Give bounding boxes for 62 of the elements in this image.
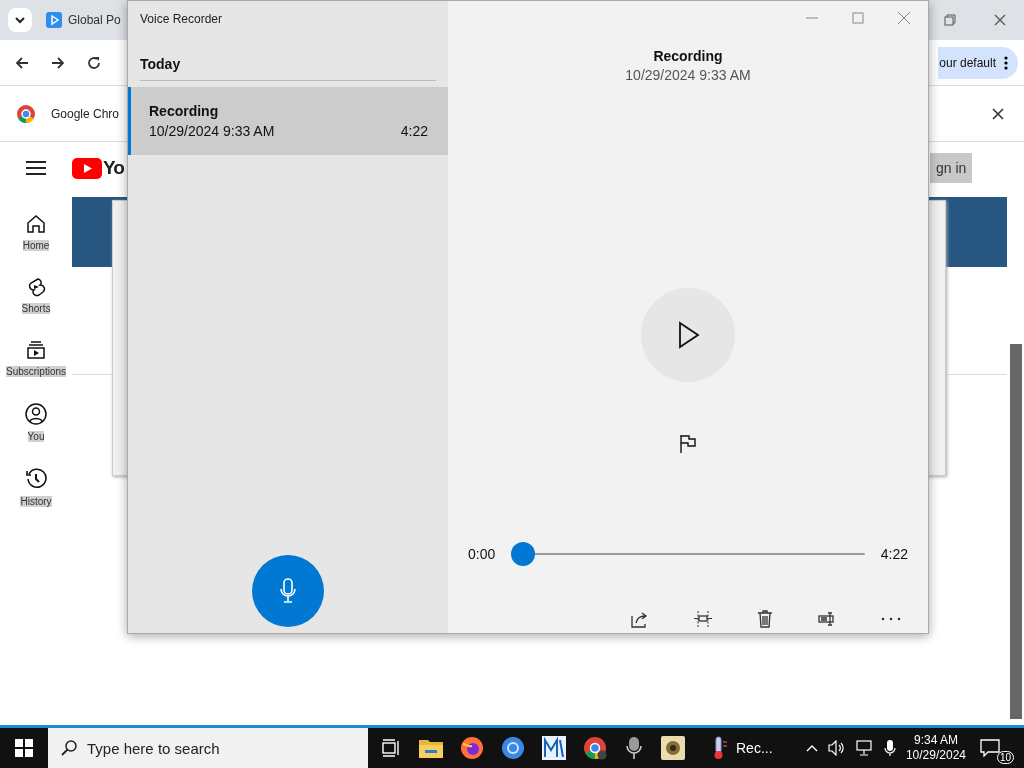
play-icon — [678, 321, 700, 349]
sidebar-label[interactable]: Subscriptions — [6, 366, 66, 377]
info-bar-text: Google Chro — [51, 106, 120, 121]
group-heading: Today — [140, 56, 182, 72]
taskbar-app-button[interactable]: Rec... — [710, 736, 773, 760]
search-icon[interactable] — [60, 739, 78, 757]
network-icon[interactable] — [855, 740, 874, 756]
home-icon[interactable] — [26, 214, 46, 234]
flag-icon[interactable] — [679, 434, 697, 454]
elapsed-time: 0:00 — [468, 546, 496, 562]
restore-icon[interactable] — [944, 14, 956, 26]
fox-browser-icon[interactable] — [460, 736, 484, 760]
task-view-icon[interactable] — [382, 739, 402, 757]
back-icon[interactable] — [14, 54, 30, 71]
trim-icon[interactable] — [693, 610, 712, 628]
shorts-icon[interactable] — [26, 277, 46, 297]
app-icon[interactable] — [542, 736, 566, 760]
browser-logo-icon — [17, 104, 35, 123]
tab-menu-button[interactable] — [8, 8, 32, 32]
menu-icon[interactable] — [26, 160, 46, 176]
sidebar-label[interactable]: Shorts — [21, 303, 51, 314]
logo-text: Yo — [103, 157, 124, 179]
notification-button[interactable]: 10 — [980, 732, 1014, 764]
sidebar-label[interactable]: Home — [22, 240, 50, 251]
share-icon[interactable] — [630, 610, 649, 628]
total-time: 4:22 — [880, 546, 908, 562]
microphone-icon — [278, 577, 298, 605]
speaker-icon[interactable] — [827, 740, 846, 756]
recording-title: Recording — [653, 48, 723, 64]
slider-thumb[interactable] — [511, 542, 536, 566]
recording-date: 10/29/2024 9:33 AM — [625, 67, 751, 83]
windows-logo-icon[interactable] — [15, 739, 33, 757]
set-default-button[interactable]: our default — [938, 46, 1018, 79]
webcam-icon[interactable] — [661, 736, 685, 760]
sign-in-button[interactable]: gn in — [930, 153, 973, 183]
more-icon — [1004, 55, 1008, 70]
window-title: Voice Recorder — [140, 12, 224, 26]
subscriptions-icon[interactable] — [26, 340, 46, 360]
recording-item[interactable]: Recording 10/29/2024 9:33 AM 4:22 — [128, 87, 448, 155]
search-field[interactable]: Type here to search — [48, 728, 368, 768]
forward-icon[interactable] — [50, 54, 66, 71]
microphone-icon[interactable] — [883, 739, 896, 757]
caret-icon — [14, 14, 26, 26]
history-icon[interactable] — [25, 468, 47, 490]
close-icon[interactable] — [992, 107, 1004, 120]
close-icon[interactable] — [994, 14, 1006, 26]
play-logo-icon — [46, 12, 62, 28]
scrollbar[interactable] — [1010, 344, 1022, 719]
browser-icon[interactable] — [501, 736, 525, 760]
folder-icon[interactable] — [419, 738, 443, 758]
chevron-up-icon[interactable] — [805, 744, 818, 752]
sidebar-label[interactable]: You — [27, 431, 45, 442]
microphone-icon[interactable] — [624, 736, 644, 760]
browser-icon[interactable] — [583, 736, 607, 760]
account-icon[interactable] — [25, 403, 47, 425]
play-logo-icon — [72, 157, 102, 179]
rename-icon[interactable] — [818, 610, 837, 628]
clock[interactable]: 9:34 AM 10/29/2024 — [905, 733, 966, 763]
browser-tab[interactable]: Global Po — [40, 4, 127, 36]
delete-icon[interactable] — [756, 610, 773, 628]
sidebar-label[interactable]: History — [20, 496, 52, 507]
reload-icon[interactable] — [86, 54, 102, 71]
